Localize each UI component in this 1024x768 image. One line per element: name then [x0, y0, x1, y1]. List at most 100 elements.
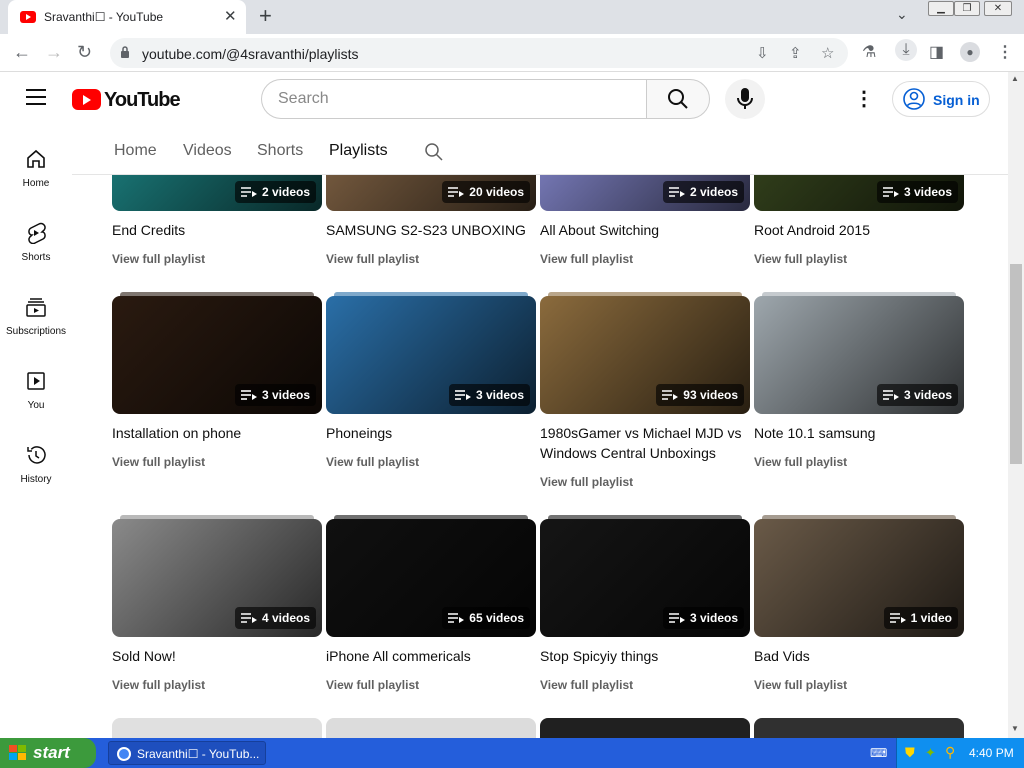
address-bar[interactable]: youtube.com/@4sravanthi/playlists ⇩ ⇪ ☆: [110, 38, 848, 68]
view-full-playlist-link[interactable]: View full playlist: [112, 678, 205, 692]
playlist-title[interactable]: Bad Vids: [754, 646, 964, 666]
playlist-card[interactable]: 3 videos Phoneings View full playlist: [326, 292, 536, 482]
playlist-thumbnail[interactable]: 3 videos: [754, 175, 964, 211]
side-panel-icon[interactable]: ◨: [929, 42, 944, 62]
downloads-icon[interactable]: ⤓: [895, 39, 917, 61]
youtube-logo[interactable]: YouTube: [72, 88, 181, 112]
security-shield-icon[interactable]: ⛊: [905, 745, 915, 761]
playlist-title[interactable]: Sold Now!: [112, 646, 322, 666]
sidebar-item-shorts[interactable]: Shorts: [0, 202, 72, 276]
voice-search-button[interactable]: [725, 79, 765, 119]
restore-icon[interactable]: ❐: [954, 1, 980, 16]
playlist-title[interactable]: SAMSUNG S2-S23 UNBOXING: [326, 220, 536, 240]
playlist-card[interactable]: 2 videos End Credits View full playlist: [112, 175, 322, 279]
playlist-thumbnail[interactable]: 20 videos: [326, 175, 536, 211]
playlist-title[interactable]: Root Android 2015: [754, 220, 964, 240]
playlist-title[interactable]: Phoneings: [326, 423, 536, 443]
scrollbar-thumb[interactable]: [1010, 264, 1022, 464]
tab-home[interactable]: Home: [114, 142, 157, 160]
view-full-playlist-link[interactable]: View full playlist: [112, 455, 205, 469]
share-icon[interactable]: ⇪: [789, 44, 802, 62]
playlist-card[interactable]: 65 videos iPhone All commericals View full…: [326, 515, 536, 705]
scroll-up-icon[interactable]: ▲: [1011, 74, 1019, 83]
view-full-playlist-link[interactable]: View full playlist: [754, 678, 847, 692]
playlist-thumbnail[interactable]: 65 videos: [326, 519, 536, 637]
playlist-card[interactable]: 1 video Bad Vids View full playlist: [754, 515, 964, 705]
playlist-thumbnail[interactable]: 4 videos: [112, 519, 322, 637]
playlist-title[interactable]: All About Switching: [540, 220, 750, 240]
page-scrollbar[interactable]: ▲ ▼: [1008, 72, 1024, 738]
browser-tab[interactable]: Sravanthi☐ - YouTube ✕: [8, 0, 246, 34]
playlist-title[interactable]: 1980sGamer vs Michael MJD vs Windows Cen…: [540, 423, 750, 463]
channel-search-icon[interactable]: [424, 142, 444, 162]
playlist-title[interactable]: iPhone All commericals: [326, 646, 536, 666]
back-icon[interactable]: ←: [13, 42, 31, 63]
tab-shorts[interactable]: Shorts: [257, 142, 303, 160]
minimize-icon[interactable]: ▁: [928, 1, 954, 16]
new-tab-icon[interactable]: +: [259, 3, 272, 29]
settings-more-icon[interactable]: ⋮: [854, 86, 874, 111]
tab-videos[interactable]: Videos: [183, 142, 232, 160]
taskbar-chrome-window[interactable]: Sravanthi☐ - YouTub...: [108, 741, 266, 765]
bookmark-star-icon[interactable]: ☆: [821, 44, 834, 62]
view-full-playlist-link[interactable]: View full playlist: [540, 678, 633, 692]
sidebar-item-subscriptions[interactable]: Subscriptions: [0, 276, 72, 350]
chrome-menu-icon[interactable]: ⋮: [997, 42, 1013, 62]
view-full-playlist-link[interactable]: View full playlist: [754, 455, 847, 469]
forward-icon[interactable]: →: [45, 42, 63, 63]
playlist-thumbnail-partial[interactable]: [540, 718, 750, 738]
playlist-card[interactable]: 3 videos Installation on phone View full p…: [112, 292, 322, 482]
playlist-card[interactable]: 3 videos Root Android 2015 View full playl…: [754, 175, 964, 279]
close-tab-icon[interactable]: ✕: [224, 7, 237, 25]
playlist-card[interactable]: 3 videos Note 10.1 samsung View full playl…: [754, 292, 964, 482]
view-full-playlist-link[interactable]: View full playlist: [540, 475, 633, 489]
search-button[interactable]: [646, 79, 710, 119]
video-count-badge: 1 video: [883, 607, 958, 629]
sidebar-item-home[interactable]: Home: [0, 128, 72, 202]
install-app-icon[interactable]: ⇩: [756, 44, 769, 62]
view-full-playlist-link[interactable]: View full playlist: [754, 252, 847, 266]
window-close-icon[interactable]: ✕: [984, 1, 1012, 16]
profile-icon[interactable]: ●: [960, 42, 980, 62]
playlist-card[interactable]: 4 videos Sold Now! View full playlist: [112, 515, 322, 705]
playlist-title[interactable]: Installation on phone: [112, 423, 322, 443]
playlist-thumbnail[interactable]: 3 videos: [326, 296, 536, 414]
search-tray-icon[interactable]: ⚲: [945, 744, 955, 761]
home-icon: [27, 149, 45, 168]
scroll-down-icon[interactable]: ▼: [1011, 724, 1019, 733]
playlist-thumbnail[interactable]: 3 videos: [540, 519, 750, 637]
sign-in-button[interactable]: Sign in: [892, 81, 990, 117]
view-full-playlist-link[interactable]: View full playlist: [112, 252, 205, 266]
sidebar-item-history[interactable]: History: [0, 424, 72, 498]
playlist-title[interactable]: Note 10.1 samsung: [754, 423, 964, 443]
tab-search-chevron-icon[interactable]: ⌄: [896, 6, 908, 23]
playlist-title[interactable]: Stop Spicyiy things: [540, 646, 750, 666]
playlist-thumbnail-partial[interactable]: [326, 718, 536, 738]
playlist-thumbnail[interactable]: 3 videos: [754, 296, 964, 414]
playlist-thumbnail[interactable]: 2 videos: [112, 175, 322, 211]
network-icon[interactable]: ✦: [925, 745, 936, 761]
playlist-thumbnail[interactable]: 93 videos: [540, 296, 750, 414]
start-button[interactable]: start: [0, 738, 96, 768]
playlist-card[interactable]: 93 videos 1980sGamer vs Michael MJD vs Wi…: [540, 292, 750, 489]
labs-flask-icon[interactable]: ⚗: [862, 42, 876, 62]
reload-icon[interactable]: ↻: [77, 42, 92, 63]
playlist-card[interactable]: 20 videos SAMSUNG S2-S23 UNBOXING View ful…: [326, 175, 536, 279]
playlist-card[interactable]: 3 videos Stop Spicyiy things View full pla…: [540, 515, 750, 705]
playlist-thumbnail-partial[interactable]: [112, 718, 322, 738]
sidebar-item-you[interactable]: You: [0, 350, 72, 424]
keyboard-icon[interactable]: ⌨: [870, 746, 887, 760]
playlist-title[interactable]: End Credits: [112, 220, 322, 240]
view-full-playlist-link[interactable]: View full playlist: [540, 252, 633, 266]
playlist-thumbnail[interactable]: 3 videos: [112, 296, 322, 414]
playlist-thumbnail[interactable]: 1 video: [754, 519, 964, 637]
menu-hamburger-icon[interactable]: [26, 89, 46, 105]
view-full-playlist-link[interactable]: View full playlist: [326, 252, 419, 266]
view-full-playlist-link[interactable]: View full playlist: [326, 455, 419, 469]
playlist-thumbnail[interactable]: 2 videos: [540, 175, 750, 211]
playlist-thumbnail-partial[interactable]: [754, 718, 964, 738]
search-input[interactable]: [261, 79, 647, 119]
playlist-card[interactable]: 2 videos All About Switching View full pla…: [540, 175, 750, 279]
view-full-playlist-link[interactable]: View full playlist: [326, 678, 419, 692]
tab-playlists[interactable]: Playlists: [329, 142, 388, 160]
